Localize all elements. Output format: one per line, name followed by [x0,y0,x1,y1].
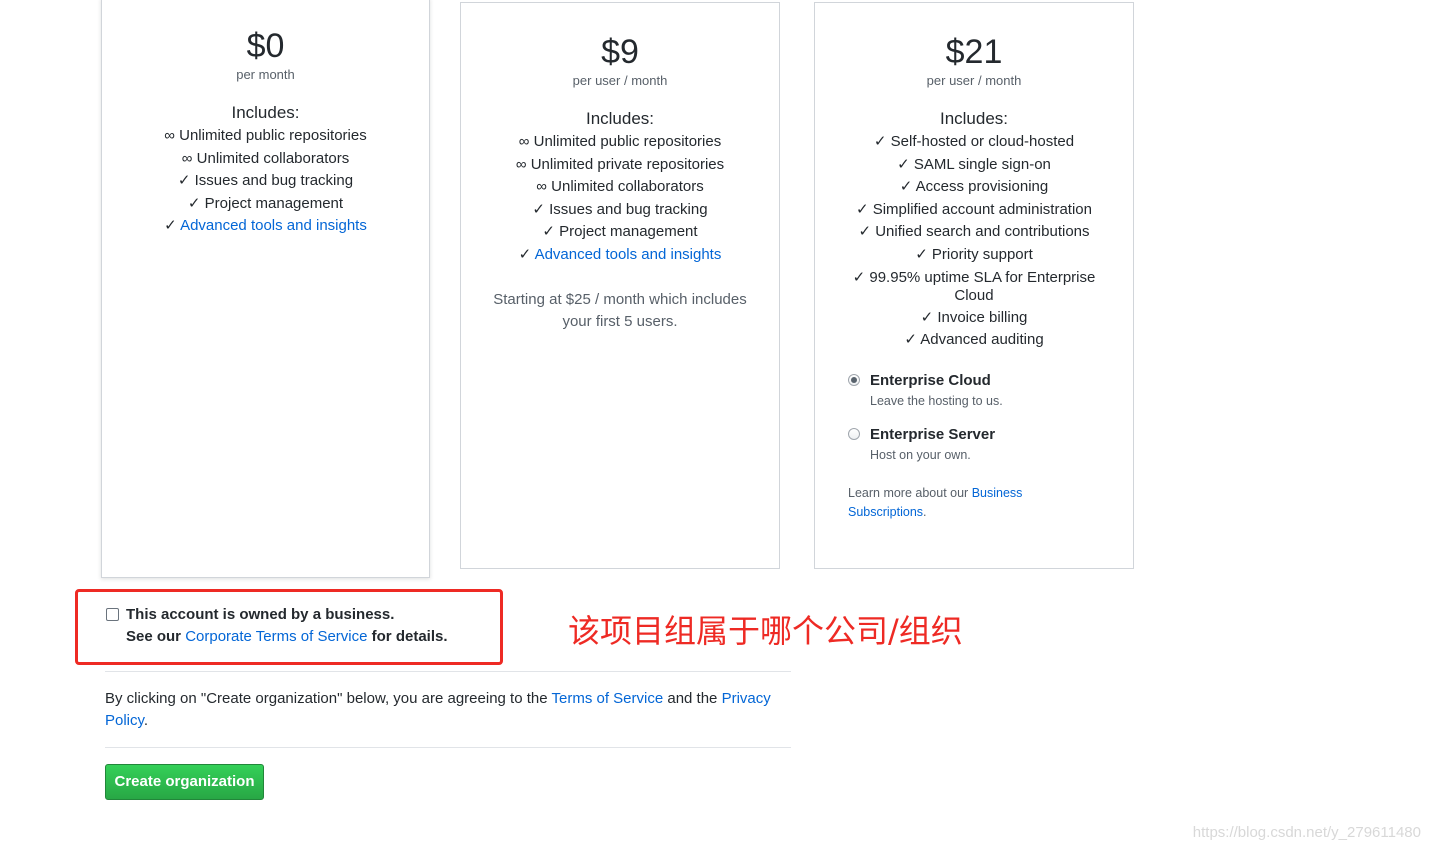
option-title: Enterprise Cloud [870,371,991,389]
plan-price: $9 [601,33,639,71]
radio-button-selected[interactable] [848,373,860,386]
plan-price: $21 [945,33,1003,71]
feature-item: ✓ Unified search and contributions [858,223,1090,241]
annotation-text: 该项目组属于哪个公司/组织 [568,612,963,650]
agreement-middle: and the [663,690,722,707]
feature-item: ∞ Unlimited public repositories [518,133,722,150]
watermark: https://blog.csdn.net/y_279611480 [1192,824,1421,841]
radio-button[interactable] [848,427,860,440]
feature-item: ✓ Invoice billing [920,308,1028,326]
create-organization-button[interactable]: Create organization [105,764,264,800]
option-title: Enterprise Server [870,425,996,443]
plan-card-team[interactable]: $9 per user / month Includes: ∞ Unlimite… [460,2,780,569]
feature-item: ✓ Priority support [915,245,1033,263]
feature-item: ✓ Project management [187,194,344,212]
advanced-tools-link[interactable]: Advanced tools and insights [535,246,722,263]
plan-billing-unit: per user / month [572,73,668,88]
hosting-options: Enterprise Cloud Leave the hosting to us… [848,370,1133,522]
business-details-text: See our Corporate Terms of Service for d… [126,626,448,648]
feature-item: ✓ Issues and bug tracking [532,200,708,218]
details-prefix: See our [126,628,186,645]
option-description: Leave the hosting to us. [870,393,1003,408]
feature-item: ✓ Simplified account administration [855,200,1092,218]
feature-item-link: ✓ Advanced tools and insights [461,244,779,267]
plan-billing-unit: per user / month [926,73,1022,88]
divider [105,671,791,672]
feature-item: ✓ Project management [542,223,698,241]
option-description: Host on your own. [870,447,971,462]
check-mark: ✓ [518,245,532,263]
business-checkbox[interactable] [106,608,119,621]
feature-list: ∞ Unlimited public repositories ∞ Unlimi… [102,125,429,238]
learn-more-suffix: . [923,504,927,519]
feature-item: ∞ Unlimited collaborators [536,178,704,196]
feature-item: ✓ Advanced auditing [904,331,1044,349]
feature-list: ∞ Unlimited public repositories ∞ Unlimi… [461,131,779,267]
feature-item: ✓ 99.95% uptime SLA for Enterprise Cloud [852,268,1096,304]
learn-more-prefix: Learn more about our [848,485,972,500]
plan-card-free[interactable]: $0 per month Includes: ∞ Unlimited publi… [101,0,430,578]
feature-item: ∞ Unlimited collaborators [181,149,350,167]
agreement-text: By clicking on "Create organization" bel… [105,688,785,732]
option-enterprise-cloud[interactable]: Enterprise Cloud Leave the hosting to us… [848,370,1133,410]
advanced-tools-link[interactable]: Advanced tools and insights [180,217,367,234]
check-mark: ✓ [164,217,177,235]
feature-item: ✓ SAML single sign-on [897,155,1051,173]
feature-item: ✓ Access provisioning [899,178,1049,196]
agreement-suffix: . [143,712,149,729]
corporate-terms-link[interactable]: Corporate Terms of Service [185,628,367,645]
plan-price: $0 [246,27,285,65]
feature-item-link: ✓ Advanced tools and insights [102,215,429,238]
feature-item: ✓ Issues and bug tracking [177,172,354,190]
business-checkbox-label[interactable]: This account is owned by a business. [126,604,394,626]
terms-of-service-link[interactable]: Terms of Service [551,690,663,707]
includes-heading: Includes: [939,109,1009,128]
plan-card-enterprise[interactable]: $21 per user / month Includes: ✓ Self-ho… [814,2,1134,569]
divider [105,747,791,748]
learn-more-text: Learn more about our Business Subscripti… [848,484,1048,522]
feature-item: ∞ Unlimited private repositories [515,155,725,173]
option-enterprise-server[interactable]: Enterprise Server Host on your own. [848,424,1133,464]
details-suffix: for details. [367,628,448,645]
feature-list: ✓ Self-hosted or cloud-hosted ✓ SAML sin… [815,131,1133,352]
plan-billing-unit: per month [236,67,295,82]
feature-item: ∞ Unlimited public repositories [164,127,367,144]
feature-item: ✓ Self-hosted or cloud-hosted [873,133,1075,150]
includes-heading: Includes: [231,103,300,122]
includes-heading: Includes: [585,109,655,128]
starting-price-note: Starting at $25 / month which includes y… [493,290,747,330]
agreement-prefix: By clicking on "Create organization" bel… [105,690,552,707]
